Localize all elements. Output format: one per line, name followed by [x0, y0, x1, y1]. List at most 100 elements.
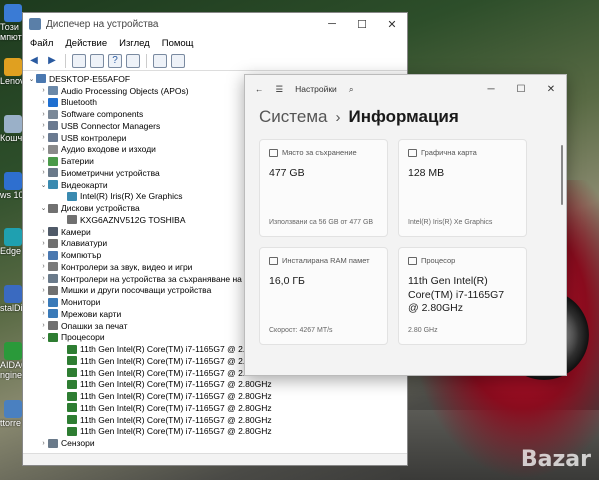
chevron-right-icon[interactable]: ›	[39, 146, 48, 153]
chevron-right-icon[interactable]: ›	[39, 158, 48, 165]
gpu-icon	[408, 148, 417, 157]
tree-item-label: Камери	[61, 226, 91, 237]
tree-item-label: 11th Gen Intel(R) Core(TM) i7-1165G7 @ 2…	[80, 402, 272, 413]
computer-icon	[36, 74, 46, 84]
chevron-right-icon[interactable]: ›	[39, 310, 48, 317]
tree-item-label: 11th Gen Intel(R) Core(TM) i7-1165G7 @ 2…	[80, 379, 272, 390]
cpu-icon	[67, 344, 77, 354]
cpu-icon	[67, 415, 77, 425]
tree-item[interactable]: 11th Gen Intel(R) Core(TM) i7-1165G7 @ 2…	[27, 426, 407, 438]
tree-item-label: USB контролери	[61, 132, 127, 143]
chevron-right-icon[interactable]: ›	[39, 122, 48, 129]
processor-card[interactable]: Процесор 11th Gen Intel(R) Core(TM) i7-1…	[398, 247, 527, 345]
chevron-right-icon[interactable]: ›	[39, 87, 48, 94]
chevron-right-icon[interactable]: ›	[39, 322, 48, 329]
tree-item-label: Контролери на устройства за съхраняване …	[61, 273, 269, 284]
chevron-right-icon[interactable]: ›	[39, 252, 48, 259]
settings-titlebar[interactable]: ← ☰ Настройки ⌕ ─ ☐ ✕	[245, 75, 566, 103]
camera-icon	[48, 227, 58, 237]
chevron-right-icon[interactable]: ›	[39, 134, 48, 141]
minimize-button[interactable]: ─	[476, 84, 506, 95]
update-driver-icon[interactable]	[153, 53, 167, 68]
menu-help[interactable]: Помощ	[162, 38, 194, 49]
shortcut-icon	[4, 228, 22, 246]
device-manager-titlebar[interactable]: Диспечер на устройства ─ ☐ ✕	[23, 13, 407, 35]
tree-item-label: Мрежови карти	[61, 308, 122, 319]
storage-card[interactable]: Място за съхранение 477 GB Използвани са…	[259, 139, 388, 237]
view-list-icon[interactable]	[90, 53, 104, 68]
menu-file[interactable]: Файл	[30, 38, 53, 49]
tree-item[interactable]: 11th Gen Intel(R) Core(TM) i7-1165G7 @ 2…	[27, 414, 407, 426]
scrollbar[interactable]	[561, 145, 563, 205]
chevron-right-icon[interactable]: ›	[39, 275, 48, 282]
minimize-button[interactable]: ─	[317, 18, 347, 31]
breadcrumb-parent[interactable]: Система	[259, 107, 327, 127]
tree-item-label: Audio Processing Objects (APOs)	[61, 85, 189, 96]
chevron-down-icon[interactable]: ⌄	[39, 204, 48, 212]
chevron-down-icon[interactable]: ⌄	[27, 75, 36, 83]
cpu-icon	[48, 332, 58, 342]
tree-item-label: KXG6AZNV512G TOSHIBA	[80, 214, 186, 225]
apo-icon	[48, 86, 58, 96]
tree-item-label: DESKTOP-E55AFOF	[49, 73, 131, 84]
menu-action[interactable]: Действие	[65, 38, 107, 49]
chevron-down-icon[interactable]: ⌄	[39, 181, 48, 189]
tree-item[interactable]: 11th Gen Intel(R) Core(TM) i7-1165G7 @ 2…	[27, 379, 407, 391]
back-arrow-icon[interactable]: ←	[255, 84, 264, 94]
cpu-icon	[67, 356, 77, 366]
help-icon[interactable]: ?	[108, 53, 122, 68]
card-value: 11th Gen Intel(R) Core(TM) i7-1165G7 @ 2…	[408, 275, 505, 315]
tree-item-label: Сензори	[61, 438, 95, 449]
maximize-button[interactable]: ☐	[506, 84, 536, 95]
cpu-icon	[67, 379, 77, 389]
shortcut-icon	[4, 172, 22, 190]
chevron-right-icon[interactable]: ›	[39, 99, 48, 106]
chevron-right-icon[interactable]: ›	[39, 440, 48, 447]
hamburger-menu-icon[interactable]: ☰	[276, 84, 284, 95]
tree-item-label: Клавиатури	[61, 238, 108, 249]
tree-item-label: Биометрични устройства	[61, 167, 160, 178]
computer-icon	[48, 250, 58, 260]
tree-item-label: Опашки за печат	[61, 320, 128, 331]
tree-item[interactable]: 11th Gen Intel(R) Core(TM) i7-1165G7 @ 2…	[27, 390, 407, 402]
tree-item-label: 11th Gen Intel(R) Core(TM) i7-1165G7 @ 2…	[80, 355, 272, 366]
software-icon	[48, 109, 58, 119]
tree-item[interactable]: › Сензори	[27, 437, 407, 449]
tree-item-label: Видеокарти	[61, 179, 108, 190]
keyboard-icon	[48, 238, 58, 248]
scan-hardware-icon[interactable]	[171, 53, 185, 68]
network-icon	[48, 309, 58, 319]
card-subtext: Intel(R) Iris(R) Xe Graphics	[408, 218, 493, 226]
properties-icon[interactable]	[72, 53, 86, 68]
close-button[interactable]: ✕	[536, 84, 566, 95]
chevron-right-icon[interactable]: ›	[39, 228, 48, 235]
toolbar: ◀ ▶ ?	[23, 51, 407, 71]
tree-item-label: Intel(R) Iris(R) Xe Graphics	[80, 191, 183, 202]
tree-item[interactable]: 11th Gen Intel(R) Core(TM) i7-1165G7 @ 2…	[27, 402, 407, 414]
tree-item-label: 11th Gen Intel(R) Core(TM) i7-1165G7 @ 2…	[80, 391, 272, 402]
close-button[interactable]: ✕	[377, 18, 407, 31]
chevron-right-icon[interactable]: ›	[39, 263, 48, 270]
cpu-icon	[67, 403, 77, 413]
maximize-button[interactable]: ☐	[347, 18, 377, 31]
console-icon[interactable]	[126, 53, 140, 68]
menu-bar: Файл Действие Изглед Помощ	[23, 35, 407, 51]
audio-icon	[48, 144, 58, 154]
chevron-down-icon[interactable]: ⌄	[39, 333, 48, 341]
ram-card[interactable]: Инсталирана RAM памет 16,0 ГБ Скорост: 4…	[259, 247, 388, 345]
card-value: 16,0 ГБ	[269, 275, 305, 287]
chevron-right-icon[interactable]: ›	[39, 111, 48, 118]
chevron-right-icon[interactable]: ›	[39, 287, 48, 294]
tree-item-label: 11th Gen Intel(R) Core(TM) i7-1165G7 @ 2…	[80, 414, 272, 425]
forward-arrow-icon[interactable]: ▶	[45, 54, 59, 68]
settings-window[interactable]: ← ☰ Настройки ⌕ ─ ☐ ✕ Система › Информац…	[244, 74, 567, 376]
graphics-card[interactable]: Графична карта 128 MB Intel(R) Iris(R) X…	[398, 139, 527, 237]
printer-icon	[48, 321, 58, 331]
search-icon[interactable]: ⌕	[349, 84, 354, 95]
back-arrow-icon[interactable]: ◀	[27, 54, 41, 68]
menu-view[interactable]: Изглед	[119, 38, 150, 49]
sound-icon	[48, 262, 58, 272]
chevron-right-icon[interactable]: ›	[39, 299, 48, 306]
chevron-right-icon[interactable]: ›	[39, 169, 48, 176]
chevron-right-icon[interactable]: ›	[39, 240, 48, 247]
